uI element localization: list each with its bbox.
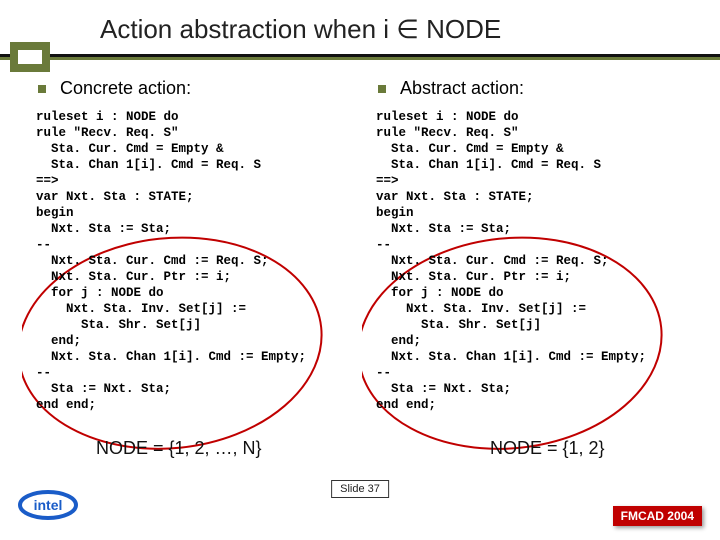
- intel-logo: intel: [18, 488, 78, 522]
- right-heading-row: Abstract action:: [378, 78, 700, 99]
- left-column: Concrete action: ruleset i : NODE do rul…: [30, 78, 360, 413]
- corner-box: [10, 42, 50, 72]
- square-bullet-icon: [38, 85, 46, 93]
- left-heading: Concrete action:: [60, 78, 191, 99]
- left-code-block: ruleset i : NODE do rule "Recv. Req. S" …: [36, 109, 360, 413]
- left-heading-row: Concrete action:: [38, 78, 360, 99]
- columns: Concrete action: ruleset i : NODE do rul…: [30, 78, 700, 413]
- slide-number: Slide 37: [331, 480, 389, 498]
- right-code-block: ruleset i : NODE do rule "Recv. Req. S" …: [376, 109, 700, 413]
- right-column: Abstract action: ruleset i : NODE do rul…: [370, 78, 700, 413]
- slide-title: Action abstraction when i ∈ NODE: [100, 14, 501, 45]
- right-heading: Abstract action:: [400, 78, 524, 99]
- left-note: NODE = {1, 2, …, N}: [96, 438, 262, 459]
- svg-text:intel: intel: [34, 497, 63, 513]
- title-underline: [0, 54, 720, 60]
- right-note: NODE = {1, 2}: [490, 438, 605, 459]
- square-bullet-icon: [378, 85, 386, 93]
- footer-badge: FMCAD 2004: [613, 506, 702, 526]
